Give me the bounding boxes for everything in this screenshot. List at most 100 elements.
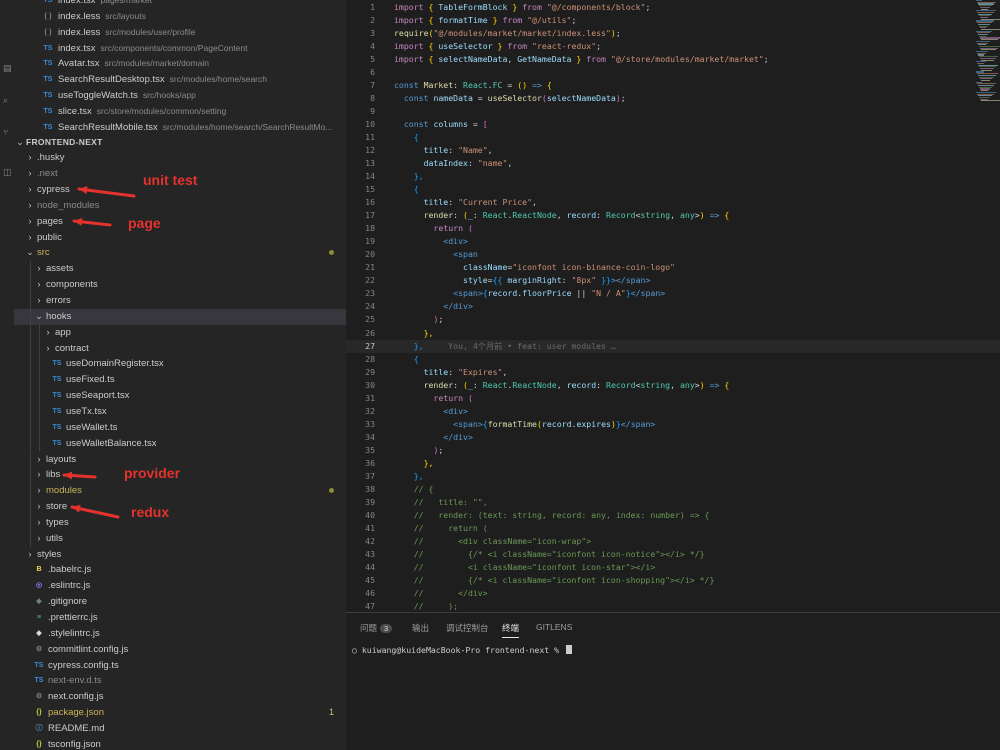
code-token: ,: [556, 379, 567, 390]
line-number: 42: [365, 535, 375, 546]
code-editor[interactable]: 1 import { TableFormBlock } from "@/compo…: [346, 0, 1000, 612]
minimap[interactable]: [976, 0, 1000, 110]
code-text: title: "Current Price",: [394, 196, 537, 209]
code-line[interactable]: 8 const nameData = useSelector(selectNam…: [346, 92, 1000, 105]
code-line[interactable]: 5 import { selectNameData, GetNameData } …: [346, 53, 1000, 66]
code-line[interactable]: 41 // return (: [346, 522, 1000, 535]
code-token: record: [566, 379, 597, 390]
code-line[interactable]: 35 );: [346, 444, 1000, 457]
line-number: 18: [365, 223, 375, 234]
code-text: <span: [394, 248, 478, 261]
code-text: },: [394, 327, 434, 340]
code-line[interactable]: 25 );: [346, 313, 1000, 326]
line-number: 5: [370, 54, 375, 65]
code-line[interactable]: 29 title: "Expires",: [346, 366, 1000, 379]
code-line[interactable]: 40 // render: (text: string, record: any…: [346, 509, 1000, 522]
code-line[interactable]: 10 const columns = [: [346, 118, 1000, 131]
code-line[interactable]: 12 title: "Name",: [346, 144, 1000, 157]
code-line[interactable]: 45 // {/* <i className="iconfont icon-sh…: [346, 574, 1000, 587]
code-token: <: [394, 236, 449, 247]
code-token: <: [394, 405, 449, 416]
panel-tab-2[interactable]: 调试控制台: [446, 622, 489, 634]
code-line[interactable]: 42 // <div className="icon-wrap">: [346, 535, 1000, 548]
git-blame-annotation: You, 4个月前 • feat: user modules …: [448, 340, 616, 351]
code-token: div: [448, 405, 464, 416]
code-line[interactable]: 22 style={{ marginRight: "8px" }}></span…: [346, 274, 1000, 287]
code-token: =>: [532, 80, 547, 91]
line-number: 9: [370, 106, 375, 117]
code-token: React: [482, 379, 508, 390]
code-token: render: [394, 210, 454, 221]
code-token: ,: [670, 379, 680, 390]
panel-tab-0[interactable]: 问题 3: [360, 622, 393, 634]
annotation-arrow: [77, 187, 136, 198]
code-line[interactable]: 28 {: [346, 353, 1000, 366]
code-token: span: [625, 275, 646, 286]
code-line[interactable]: 33 <span>{formatTime(record.expires)}</s…: [346, 418, 1000, 431]
code-line[interactable]: 47 // );: [346, 600, 1000, 612]
code-line[interactable]: 18 return (: [346, 222, 1000, 235]
code-token: ReactNode: [512, 210, 557, 221]
code-line[interactable]: 26 },: [346, 327, 1000, 340]
code-line[interactable]: 46 // </div>: [346, 587, 1000, 600]
code-token: "react-redux": [532, 41, 597, 52]
line-number: 8: [370, 93, 375, 104]
code-line[interactable]: 3 require("@/modules/market/market/index.…: [346, 27, 1000, 40]
code-token: ,: [532, 197, 537, 208]
code-text: // render: (text: string, record: any, i…: [394, 509, 710, 522]
code-line[interactable]: 6: [346, 66, 1000, 79]
code-line[interactable]: 37 },: [346, 470, 1000, 483]
code-line[interactable]: 14 },: [346, 170, 1000, 183]
code-line[interactable]: 1 import { TableFormBlock } from "@/compo…: [346, 1, 1000, 14]
code-text: },: [394, 457, 434, 470]
code-line[interactable]: 19 <div>: [346, 235, 1000, 248]
code-token: Market: [423, 80, 454, 91]
code-token: const: [394, 93, 434, 104]
code-line[interactable]: 4 import { useSelector } from "react-redu…: [346, 40, 1000, 53]
code-line[interactable]: 32 <div>: [346, 405, 1000, 418]
panel-tab-1[interactable]: 输出: [412, 622, 429, 634]
line-number: 25: [365, 314, 375, 325]
code-line[interactable]: 17 render: (_: React.ReactNode, record: …: [346, 209, 1000, 222]
code-line[interactable]: 7 const Market: React.FC = () => {: [346, 79, 1000, 92]
code-line[interactable]: 39 // title: "",: [346, 496, 1000, 509]
code-line[interactable]: 21 className="iconfont icon-binance-coin…: [346, 261, 1000, 274]
code-line[interactable]: 16 title: "Current Price",: [346, 196, 1000, 209]
code-line[interactable]: 27 }, You, 4个月前 • feat: user modules …: [346, 339, 1000, 353]
panel-tab-3[interactable]: 终端: [502, 622, 520, 638]
code-token: >: [463, 236, 468, 247]
code-text: // <i className="iconfont icon-star"></i…: [394, 561, 656, 574]
code-line[interactable]: 38 // {: [346, 483, 1000, 496]
code-text: // return (: [394, 522, 488, 535]
code-line[interactable]: 9: [346, 105, 1000, 118]
code-line[interactable]: 34 </div>: [346, 431, 1000, 444]
code-line[interactable]: 36 },: [346, 457, 1000, 470]
code-token: className: [394, 262, 508, 273]
code-text: // {: [394, 483, 434, 496]
code-token: marginRight: [507, 275, 562, 286]
code-line[interactable]: 30 render: (_: React.ReactNode, record: …: [346, 379, 1000, 392]
terminal[interactable]: ○ kuiwang@kuideMacBook-Pro frontend-next…: [352, 645, 572, 655]
code-token: from: [586, 54, 611, 65]
code-line[interactable]: 11 {: [346, 131, 1000, 144]
code-token: require: [394, 28, 429, 39]
code-token: >: [645, 275, 651, 286]
code-token: ;: [763, 54, 769, 65]
panel-tab-4[interactable]: GITLENS: [536, 622, 572, 632]
code-line[interactable]: 2 import { formatTime } from "@/utils";: [346, 14, 1000, 27]
code-line[interactable]: 23 <span>{record.floorPrice || "N / A"}<…: [346, 287, 1000, 300]
code-text: <div>: [394, 405, 468, 418]
line-number: 27: [365, 340, 375, 351]
code-line[interactable]: 43 // {/* <i className="iconfont icon-no…: [346, 548, 1000, 561]
panel-tab-label: 终端: [502, 623, 520, 633]
code-line[interactable]: 15 {: [346, 183, 1000, 196]
line-number: 41: [365, 522, 375, 533]
code-line[interactable]: 20 <span: [346, 248, 1000, 261]
code-line[interactable]: 13 dataIndex: "name",: [346, 157, 1000, 170]
code-line[interactable]: 24 </div>: [346, 300, 1000, 313]
code-line[interactable]: 31 return (: [346, 392, 1000, 405]
code-token: }: [576, 54, 587, 65]
code-line[interactable]: 44 // <i className="iconfont icon-star">…: [346, 561, 1000, 574]
minimap-line: [981, 79, 990, 82]
